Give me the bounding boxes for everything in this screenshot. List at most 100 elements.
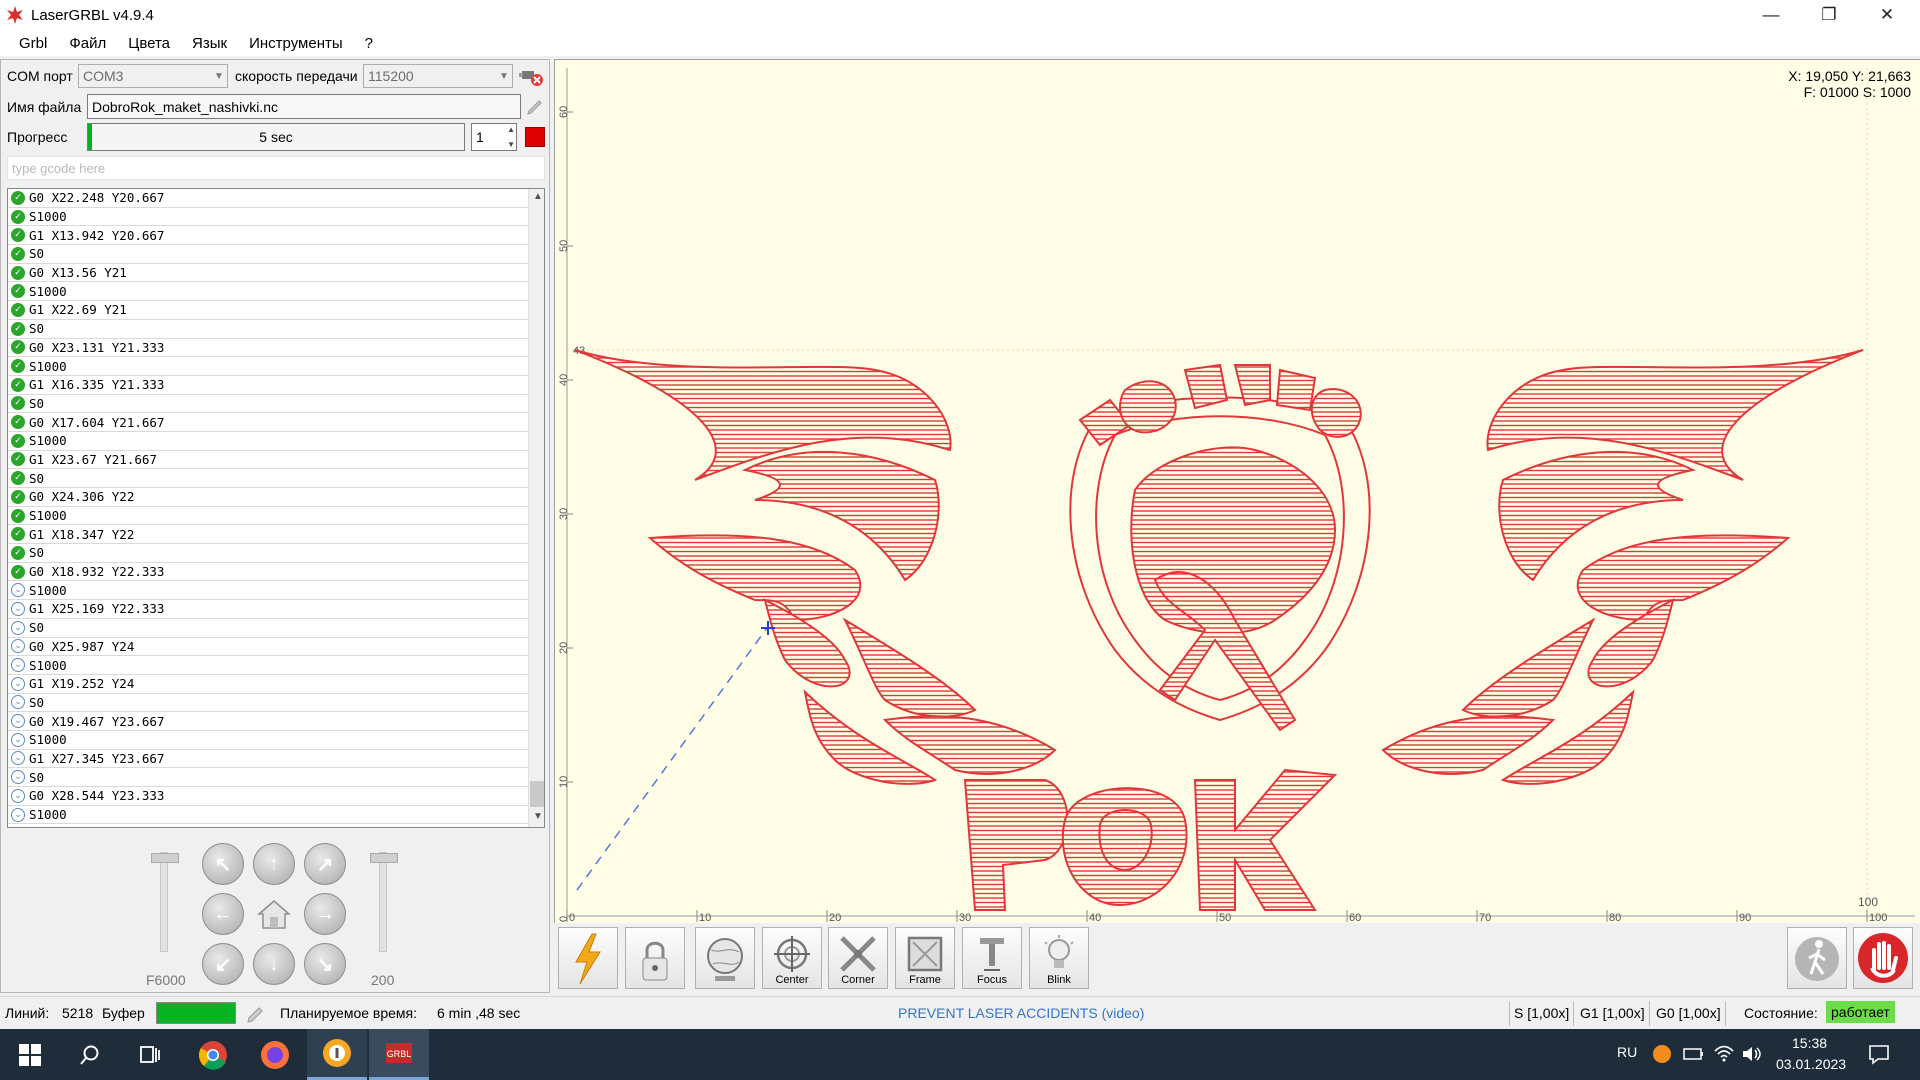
menu-tools[interactable]: Инструменты: [238, 35, 354, 52]
gcode-line[interactable]: ✓ S1000: [8, 507, 544, 526]
jog-home-button[interactable]: [253, 893, 295, 935]
gcode-line[interactable]: ✓ G1 X16.335 Y21.333: [8, 376, 544, 395]
g0-override[interactable]: G0 [1,00x]: [1656, 1005, 1721, 1021]
preview-canvas[interactable]: 6050403020100 0102030405060708090100 43 …: [555, 60, 1920, 924]
browser-taskbar-button[interactable]: [307, 1029, 367, 1080]
tray-app-icon[interactable]: [1652, 1044, 1672, 1064]
gcode-line[interactable]: ⌄ S1000: [8, 731, 544, 750]
gcode-line[interactable]: ⌄ S1000: [8, 806, 544, 825]
laser-accidents-link[interactable]: PREVENT LASER ACCIDENTS (video): [898, 1005, 1144, 1021]
gcode-line[interactable]: ✓ S0: [8, 544, 544, 563]
gcode-line[interactable]: ✓ S0: [8, 395, 544, 414]
corner-button[interactable]: Corner: [828, 927, 888, 989]
s-override[interactable]: S [1,00x]: [1514, 1005, 1569, 1021]
scroll-up-icon[interactable]: ▲: [533, 191, 543, 202]
filename-field[interactable]: DobroRok_maket_nashivki.nc: [87, 94, 521, 119]
gcode-line[interactable]: ✓ G1 X22.69 Y21: [8, 301, 544, 320]
stop-button[interactable]: [525, 127, 545, 147]
task-view-button[interactable]: [120, 1029, 180, 1080]
gcode-command-input[interactable]: type gcode here: [7, 156, 545, 180]
restore-button[interactable]: ❐: [1800, 0, 1858, 30]
gcode-line[interactable]: ✓ G0 X17.604 Y21.667: [8, 413, 544, 432]
gcode-scrollbar[interactable]: ▲ ▼: [528, 189, 544, 827]
lasergrbl-taskbar-button[interactable]: GRBL: [369, 1029, 429, 1080]
jog-left-button[interactable]: ←: [202, 893, 244, 935]
step-slider[interactable]: [370, 852, 398, 952]
notifications-icon[interactable]: [1868, 1043, 1890, 1065]
menu-help[interactable]: ?: [354, 35, 384, 52]
focus-button[interactable]: Focus: [962, 927, 1022, 989]
gcode-line[interactable]: ✓ S0: [8, 320, 544, 339]
gcode-line[interactable]: ✓ S1000: [8, 208, 544, 227]
jog-up-button[interactable]: ↑: [253, 843, 295, 885]
gcode-line[interactable]: ✓ G0 X22.248 Y20.667: [8, 189, 544, 208]
gcode-line[interactable]: ✓ S0: [8, 245, 544, 264]
stepper-up-icon[interactable]: ▲: [507, 125, 515, 134]
baud-select[interactable]: 115200 ▼: [363, 64, 513, 88]
scroll-down-icon[interactable]: ▼: [533, 811, 543, 822]
gcode-line[interactable]: ⌄ S0: [8, 768, 544, 787]
clock-date[interactable]: 03.01.2023: [1776, 1056, 1846, 1072]
buffer-edit-icon[interactable]: [246, 1004, 266, 1024]
jog-down-button[interactable]: ↓: [253, 943, 295, 985]
gcode-line[interactable]: ✓ G0 X18.932 Y22.333: [8, 563, 544, 582]
passes-stepper[interactable]: 1 ▲ ▼: [471, 123, 517, 151]
center-button[interactable]: Center: [762, 927, 822, 989]
search-button[interactable]: [60, 1029, 120, 1080]
chrome-taskbar-button[interactable]: [183, 1029, 243, 1080]
minimize-button[interactable]: —: [1742, 0, 1800, 30]
jog-up-left-button[interactable]: ↖: [202, 843, 244, 885]
menu-file[interactable]: Файл: [58, 35, 117, 52]
edit-file-icon[interactable]: [525, 96, 545, 116]
stepper-down-icon[interactable]: ▼: [507, 140, 515, 149]
firefox-taskbar-button[interactable]: [245, 1029, 305, 1080]
jog-right-button[interactable]: →: [304, 893, 346, 935]
menu-language[interactable]: Язык: [181, 35, 238, 52]
gcode-line[interactable]: ⌄ S0: [8, 694, 544, 713]
clock-time[interactable]: 15:38: [1792, 1035, 1827, 1051]
menu-grbl[interactable]: Grbl: [8, 35, 58, 52]
language-indicator[interactable]: RU: [1617, 1044, 1637, 1060]
emergency-stop-button[interactable]: [1853, 927, 1913, 989]
close-button[interactable]: ✕: [1858, 0, 1916, 30]
jog-down-left-button[interactable]: ↙: [202, 943, 244, 985]
gcode-line[interactable]: ✓ S0: [8, 469, 544, 488]
menu-colors[interactable]: Цвета: [117, 35, 181, 52]
gcode-list[interactable]: ✓ G0 X22.248 Y20.667 ✓ S1000 ✓ G1 X13.942 Y20…: [7, 188, 545, 828]
start-button[interactable]: [0, 1029, 60, 1080]
gcode-line[interactable]: ✓ G0 X24.306 Y22: [8, 488, 544, 507]
gcode-line[interactable]: ⌄ S1000: [8, 581, 544, 601]
gcode-line[interactable]: ⌄ G0 X19.467 Y23.667: [8, 712, 544, 731]
feed-slider-thumb[interactable]: [151, 853, 179, 863]
frame-button[interactable]: Frame: [895, 927, 955, 989]
gcode-line[interactable]: ⌄ S1000: [8, 656, 544, 675]
com-port-select[interactable]: COM3 ▼: [78, 64, 228, 88]
reset-button[interactable]: [1787, 927, 1847, 989]
gcode-line[interactable]: ✓ G1 X23.67 Y21.667: [8, 451, 544, 470]
scroll-thumb[interactable]: [530, 781, 544, 807]
gcode-line[interactable]: ✓ S1000: [8, 282, 544, 302]
wifi-icon[interactable]: [1713, 1043, 1735, 1063]
unlock-button[interactable]: [625, 927, 685, 989]
feed-slider[interactable]: [151, 852, 179, 952]
step-slider-thumb[interactable]: [370, 853, 398, 863]
gcode-line[interactable]: ⌄ G1 X19.252 Y24: [8, 675, 544, 694]
gcode-line[interactable]: ✓ G1 X18.347 Y22: [8, 525, 544, 545]
gcode-line[interactable]: ⌄ S0: [8, 619, 544, 638]
volume-icon[interactable]: [1741, 1044, 1763, 1064]
blink-button[interactable]: Blink: [1029, 927, 1089, 989]
gcode-line[interactable]: ✓ G0 X13.56 Y21: [8, 264, 544, 283]
disconnect-icon[interactable]: [519, 65, 545, 89]
gcode-line[interactable]: ⌄ G0 X25.987 Y24: [8, 638, 544, 657]
jog-up-right-button[interactable]: ↗: [304, 843, 346, 885]
gcode-line[interactable]: ✓ S1000: [8, 357, 544, 376]
gcode-line[interactable]: ✓ G0 X23.131 Y21.333: [8, 339, 544, 358]
run-button[interactable]: [558, 927, 618, 989]
homing-button[interactable]: [695, 927, 755, 989]
gcode-line[interactable]: ⌄ G1 X27.345 Y23.667: [8, 750, 544, 769]
gcode-line[interactable]: ✓ G1 X13.942 Y20.667: [8, 226, 544, 246]
g1-override[interactable]: G1 [1,00x]: [1580, 1005, 1645, 1021]
battery-icon[interactable]: [1683, 1046, 1705, 1062]
gcode-line[interactable]: ⌄ G0 X28.544 Y23.333: [8, 787, 544, 806]
jog-down-right-button[interactable]: ↘: [304, 943, 346, 985]
